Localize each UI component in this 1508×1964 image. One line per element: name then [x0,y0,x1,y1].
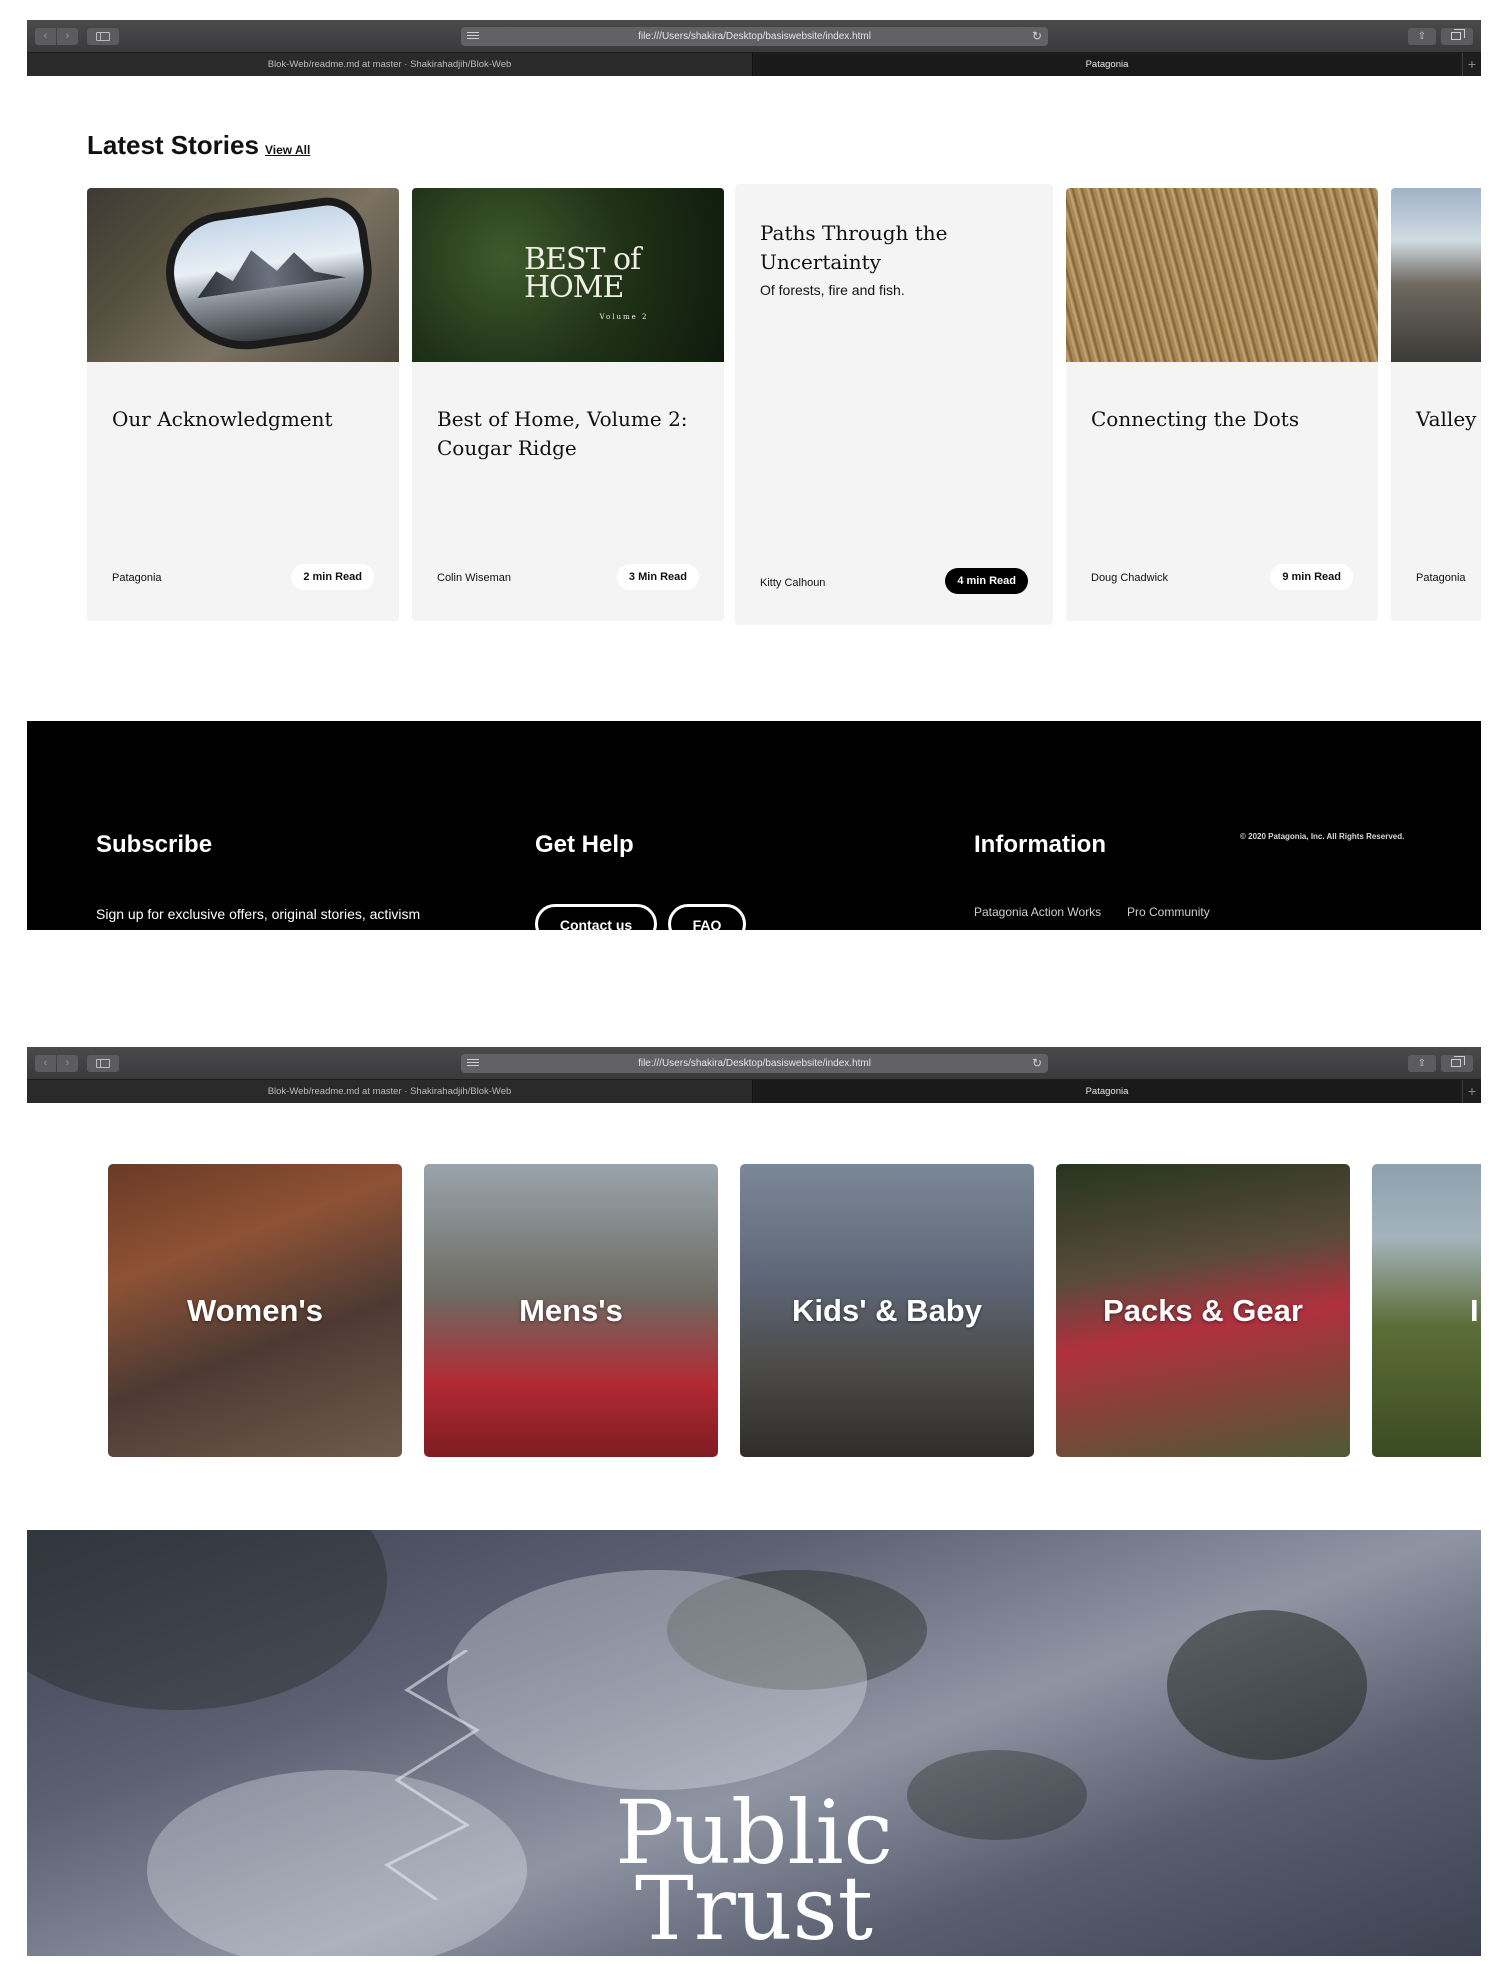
read-time-badge: 3 Min Read [616,564,699,590]
stories-title: Latest Stories [87,130,259,160]
address-bar[interactable]: file:///Users/shakira/Desktop/basiswebsi… [461,27,1048,46]
read-time-badge: 2 min Read [291,564,374,590]
story-author: Patagonia [1416,572,1466,584]
story-author: Doug Chadwick [1091,572,1169,584]
story-card[interactable]: BEST of HOME Volume 2 Best of Home, Volu… [412,188,724,621]
footer-link-action-works[interactable]: Patagonia Action Works [974,905,1101,919]
image-logo: BEST of HOME Volume 2 [524,242,649,322]
story-card[interactable]: Paths Through the Uncertainty Of forests… [735,184,1053,625]
reload-icon[interactable]: ↻ [1032,27,1042,46]
story-author: Patagonia [112,572,162,584]
hero-title: Public Trust [615,1781,893,1956]
share-icon[interactable]: ⇧ [1408,1055,1436,1072]
story-card[interactable]: Our Acknowledgment Patagonia 2 min Read [87,188,399,621]
chevron-right-icon[interactable]: › [57,28,78,45]
reader-icon[interactable] [467,32,479,41]
tab-bar: Blok-Web/readme.md at master · Shakiraha… [27,1080,1481,1103]
tab-patagonia[interactable]: Patagonia [754,1080,1460,1103]
category-label: I [1470,1293,1479,1328]
tab-bar: Blok-Web/readme.md at master · Shakiraha… [27,53,1481,76]
category-label: Packs & Gear [1103,1293,1303,1328]
story-image [1066,188,1378,362]
information-heading: Information [974,831,1106,858]
chevron-left-icon[interactable]: ‹ [35,1055,56,1072]
tab-blok-web[interactable]: Blok-Web/readme.md at master · Shakiraha… [27,53,753,76]
screenshot-bottom: ‹ › file:///Users/shakira/Desktop/basisw… [27,1047,1481,1956]
url-text: file:///Users/shakira/Desktop/basiswebsi… [638,1058,871,1069]
browser-toolbar: ‹ › file:///Users/shakira/Desktop/basisw… [27,20,1481,53]
story-subtitle: Of forests, fire and fish. [760,282,905,298]
story-title: Paths Through the Uncertainty [760,221,948,274]
view-all-link[interactable]: View All [265,143,310,157]
reader-icon[interactable] [467,1059,479,1068]
category-tile-partial[interactable]: I [1372,1164,1481,1457]
tab-patagonia[interactable]: Patagonia [754,53,1460,76]
new-tab-button[interactable]: + [1462,53,1481,76]
public-trust-hero: Public Trust [27,1530,1481,1956]
story-image [1391,188,1481,362]
browser-chrome: ‹ › file:///Users/shakira/Desktop/basisw… [27,1047,1481,1103]
reload-icon[interactable]: ↻ [1032,1054,1042,1073]
category-tile-womens[interactable]: Women's [108,1164,402,1457]
contact-us-button[interactable]: Contact us [535,904,657,930]
url-text: file:///Users/shakira/Desktop/basiswebsi… [638,31,871,42]
story-author: Kitty Calhoun [760,577,826,589]
share-icon[interactable]: ⇧ [1408,28,1436,45]
browser-toolbar: ‹ › file:///Users/shakira/Desktop/basisw… [27,1047,1481,1080]
category-label: Kids' & Baby [792,1293,982,1328]
sidebar-icon[interactable] [87,28,119,45]
screenshot-top: ‹ › file:///Users/shakira/Desktop/basisw… [27,20,1481,930]
copyright-text: © 2020 Patagonia, Inc. All Rights Reserv… [1240,832,1405,841]
site-footer: Subscribe Sign up for exclusive offers, … [27,721,1481,930]
chevron-left-icon[interactable]: ‹ [35,28,56,45]
category-label: Women's [187,1293,323,1328]
story-card[interactable]: Valley S Patagonia [1391,188,1481,621]
story-title: Our Acknowledgment [112,407,333,431]
sidebar-icon[interactable] [87,1055,119,1072]
address-bar[interactable]: file:///Users/shakira/Desktop/basiswebsi… [461,1054,1048,1073]
get-help-heading: Get Help [535,831,634,858]
category-label: Mens's [519,1293,623,1328]
read-time-badge: 9 min Read [1270,564,1353,590]
tabs-icon[interactable] [1441,28,1473,45]
story-author: Colin Wiseman [437,572,511,584]
category-tile-kids-baby[interactable]: Kids' & Baby [740,1164,1034,1457]
subscribe-text: Sign up for exclusive offers, original s… [96,906,421,922]
tabs-icon[interactable] [1441,1055,1473,1072]
story-title: Best of Home, Volume 2: Cougar Ridge [437,407,688,460]
story-title: Valley S [1416,407,1481,431]
story-card[interactable]: Connecting the Dots Doug Chadwick 9 min … [1066,188,1378,621]
story-image: BEST of HOME Volume 2 [412,188,724,362]
faq-button[interactable]: FAQ [668,904,746,930]
stories-header: Latest Stories View All [87,130,310,161]
story-title: Connecting the Dots [1091,407,1300,431]
new-tab-button[interactable]: + [1462,1080,1481,1103]
category-tile-packs-gear[interactable]: Packs & Gear [1056,1164,1350,1457]
category-tile-mens[interactable]: Mens's [424,1164,718,1457]
read-time-badge: 4 min Read [945,568,1028,594]
tab-blok-web[interactable]: Blok-Web/readme.md at master · Shakiraha… [27,1080,753,1103]
chevron-right-icon[interactable]: › [57,1055,78,1072]
browser-chrome: ‹ › file:///Users/shakira/Desktop/basisw… [27,20,1481,76]
footer-link-pro-community[interactable]: Pro Community [1127,905,1210,919]
subscribe-heading: Subscribe [96,831,213,858]
story-image [87,188,399,362]
